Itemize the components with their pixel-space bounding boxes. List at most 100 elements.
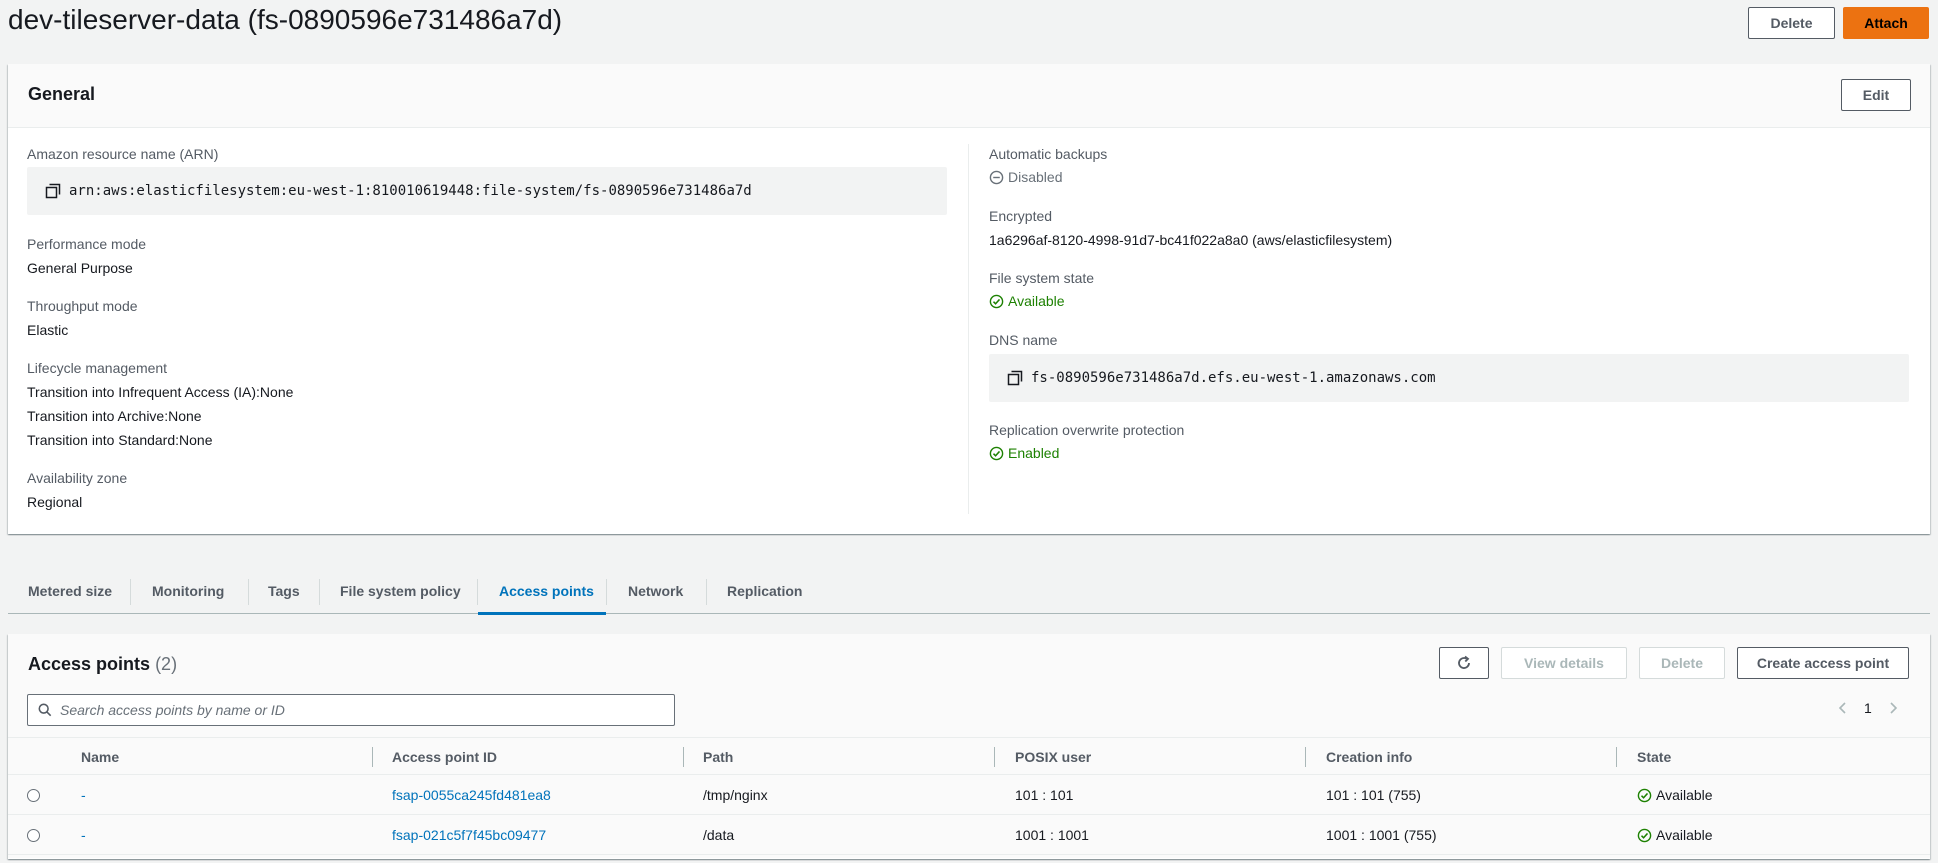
delete-file-system-button[interactable]: Delete xyxy=(1748,7,1835,39)
tab-separator xyxy=(248,579,249,605)
column-resizer[interactable] xyxy=(1305,747,1306,767)
page-title: dev-tileserver-data (fs-0890596e731486a7… xyxy=(8,4,563,35)
column-header-creation-info[interactable]: Creation info xyxy=(1326,738,1412,776)
general-title: General xyxy=(28,84,96,104)
chevron-right-icon[interactable] xyxy=(1888,702,1898,714)
check-circle-icon xyxy=(1637,788,1652,803)
access-point-name[interactable]: - xyxy=(81,815,86,855)
column-header-state[interactable]: State xyxy=(1637,738,1671,776)
tab-separator xyxy=(706,579,707,605)
search-input[interactable] xyxy=(60,702,660,718)
tab-separator xyxy=(130,579,131,605)
refresh-icon xyxy=(1456,655,1472,671)
copy-icon[interactable] xyxy=(1007,370,1023,386)
access-points-panel: Access points (2) View details Delete Cr… xyxy=(8,634,1930,859)
tab-separator xyxy=(606,579,607,605)
lifecycle-ia-label: Transition into Infrequent Access (IA): xyxy=(27,384,260,400)
lifecycle-label: Lifecycle management xyxy=(27,360,168,376)
file-system-state-status: Available xyxy=(989,293,1065,309)
file-system-state-value: Available xyxy=(1008,293,1065,309)
encrypted-value: 1a6296af-8120-4998-91d7-bc41f022a8a0 (aw… xyxy=(989,232,1393,248)
column-resizer[interactable] xyxy=(372,747,373,767)
create-access-point-button[interactable]: Create access point xyxy=(1737,647,1909,679)
access-points-title: Access points (2) xyxy=(28,654,177,675)
search-access-points xyxy=(27,694,675,726)
access-point-id-link[interactable]: fsap-021c5f7f45bc09477 xyxy=(392,815,546,855)
lifecycle-archive: Transition into Archive:None xyxy=(27,408,202,424)
tab-access-points[interactable]: Access points xyxy=(499,568,594,614)
pagination: 1 xyxy=(1838,700,1898,716)
refresh-button[interactable] xyxy=(1439,647,1489,679)
check-circle-icon xyxy=(989,294,1004,309)
tab-file-system-policy[interactable]: File system policy xyxy=(340,568,461,614)
access-point-state-value: Available xyxy=(1656,827,1713,843)
tab-separator xyxy=(477,579,478,605)
access-point-id-link[interactable]: fsap-0055ca245fd481ea8 xyxy=(392,775,551,815)
column-header-path[interactable]: Path xyxy=(703,738,733,776)
tab-tags[interactable]: Tags xyxy=(268,568,300,614)
automatic-backups-status: Disabled xyxy=(989,169,1062,185)
access-point-posix-user: 1001 : 1001 xyxy=(1015,827,1089,843)
automatic-backups-label: Automatic backups xyxy=(989,146,1108,162)
copy-icon[interactable] xyxy=(45,183,61,199)
arn-label: Amazon resource name (ARN) xyxy=(27,146,219,162)
chevron-left-icon[interactable] xyxy=(1838,702,1848,714)
replication-protection-label: Replication overwrite protection xyxy=(989,422,1185,438)
access-point-name[interactable]: - xyxy=(81,775,86,815)
lifecycle-standard: Transition into Standard:None xyxy=(27,432,212,448)
column-resizer[interactable] xyxy=(1616,747,1617,767)
throughput-mode-label: Throughput mode xyxy=(27,298,138,314)
edit-button[interactable]: Edit xyxy=(1841,79,1911,111)
column-header-access-point-id[interactable]: Access point ID xyxy=(392,738,497,776)
access-point-creation-info: 101 : 101 (755) xyxy=(1326,787,1421,803)
page-number[interactable]: 1 xyxy=(1864,700,1872,716)
table-header: Name Access point ID Path POSIX user Cre… xyxy=(8,737,1930,775)
access-point-state: Available xyxy=(1637,815,1713,855)
arn-copy-box: arn:aws:elasticfilesystem:eu-west-1:8100… xyxy=(27,167,947,215)
tab-monitoring[interactable]: Monitoring xyxy=(152,568,224,614)
table-row[interactable]: - fsap-021c5f7f45bc09477 /data 1001 : 10… xyxy=(8,815,1930,855)
table-row[interactable]: - fsap-0055ca245fd481ea8 /tmp/nginx 101 … xyxy=(8,775,1930,815)
availability-zone-value: Regional xyxy=(27,494,83,510)
access-point-path: /data xyxy=(703,827,735,843)
automatic-backups-value: Disabled xyxy=(1008,169,1063,185)
delete-access-point-button[interactable]: Delete xyxy=(1639,647,1725,679)
performance-mode-value: General Purpose xyxy=(27,260,133,276)
replication-protection-status: Enabled xyxy=(989,445,1059,461)
file-system-state-label: File system state xyxy=(989,270,1095,286)
row-select-radio[interactable] xyxy=(27,829,40,842)
access-point-state-value: Available xyxy=(1656,787,1713,803)
disabled-icon xyxy=(989,170,1004,185)
access-point-path: /tmp/nginx xyxy=(703,787,768,803)
row-select-radio[interactable] xyxy=(27,789,40,802)
column-divider xyxy=(968,144,969,514)
performance-mode-label: Performance mode xyxy=(27,236,147,252)
attach-button[interactable]: Attach xyxy=(1843,7,1929,39)
access-point-creation-info: 1001 : 1001 (755) xyxy=(1326,827,1437,843)
column-header-name[interactable]: Name xyxy=(81,738,119,776)
throughput-mode-value: Elastic xyxy=(27,322,69,338)
check-circle-icon xyxy=(989,446,1004,461)
search-icon xyxy=(38,703,52,717)
view-details-button[interactable]: View details xyxy=(1501,647,1627,679)
lifecycle-ia: Transition into Infrequent Access (IA):N… xyxy=(27,384,293,400)
access-point-state: Available xyxy=(1637,775,1713,815)
dns-copy-box: fs-0890596e731486a7d.efs.eu-west-1.amazo… xyxy=(989,354,1909,402)
lifecycle-standard-value: None xyxy=(179,432,213,448)
lifecycle-archive-value: None xyxy=(168,408,202,424)
dns-name-value: fs-0890596e731486a7d.efs.eu-west-1.amazo… xyxy=(1031,370,1436,386)
column-resizer[interactable] xyxy=(994,747,995,767)
tab-metered-size[interactable]: Metered size xyxy=(28,568,112,614)
general-panel-header: General Edit xyxy=(8,64,1930,128)
lifecycle-archive-label: Transition into Archive: xyxy=(27,408,169,424)
encrypted-label: Encrypted xyxy=(989,208,1053,224)
column-header-posix-user[interactable]: POSIX user xyxy=(1015,738,1091,776)
active-tab-indicator xyxy=(478,612,606,615)
tab-network[interactable]: Network xyxy=(628,568,683,614)
lifecycle-standard-label: Transition into Standard: xyxy=(27,432,180,448)
availability-zone-label: Availability zone xyxy=(27,470,128,486)
lifecycle-ia-value: None xyxy=(259,384,294,400)
tab-replication[interactable]: Replication xyxy=(727,568,802,614)
column-resizer[interactable] xyxy=(683,747,684,767)
detail-tabs: Metered size Monitoring Tags File system… xyxy=(8,568,1930,615)
